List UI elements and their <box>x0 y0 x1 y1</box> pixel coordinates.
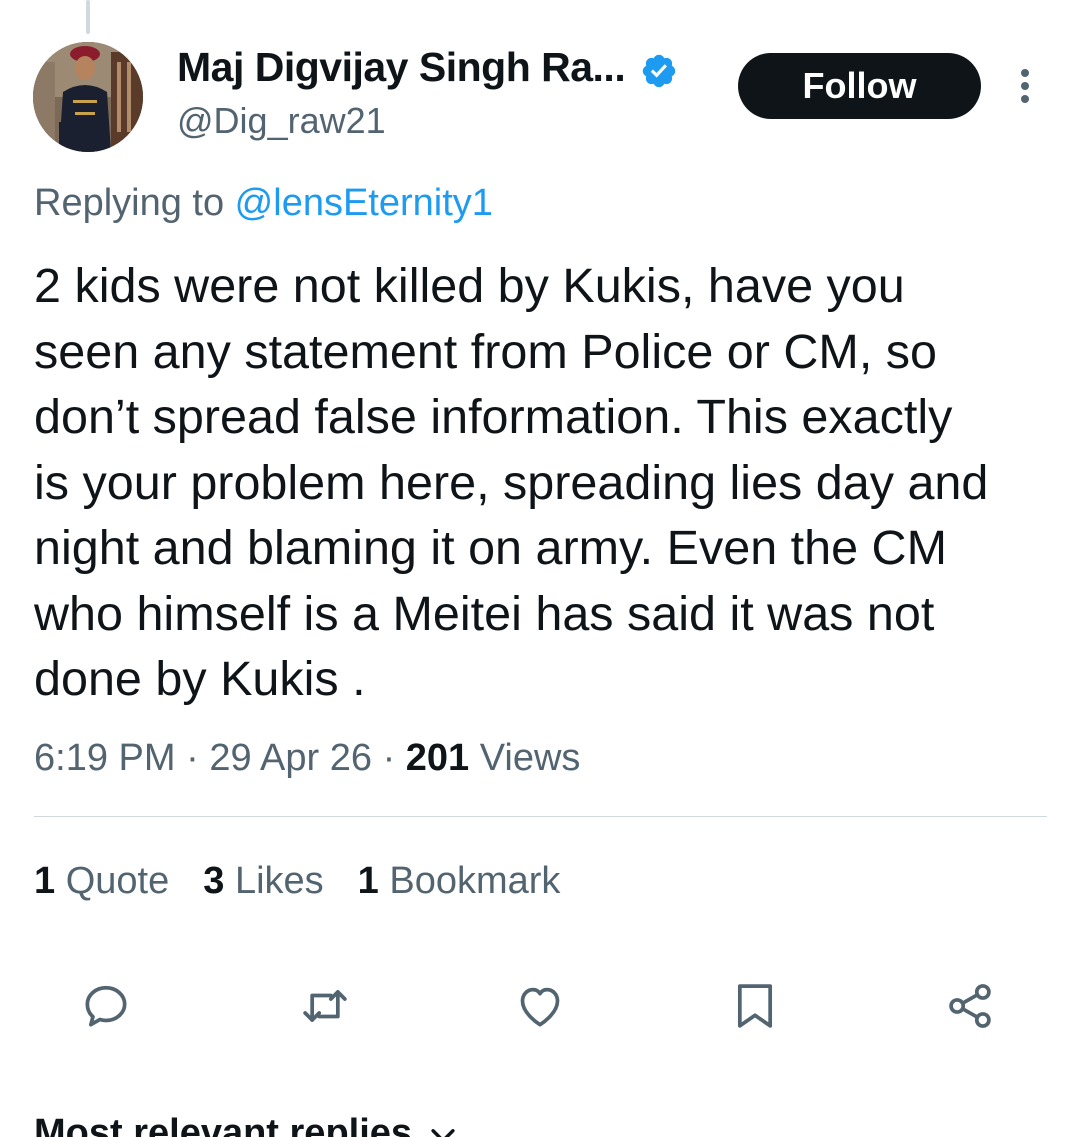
tweet-text-line: 2 kids were not killed by Kukis, have yo… <box>34 259 905 313</box>
tweet-text-line: done by Kukis . <box>34 652 366 706</box>
share-icon[interactable] <box>942 978 998 1034</box>
more-options-icon[interactable] <box>1006 66 1044 106</box>
engagement-stats: 1 Quote 3 Likes 1 Bookmark <box>34 860 594 903</box>
tweet-metadata: 6:19 PM · 29 Apr 26 · 201 Views <box>34 737 580 780</box>
tweet-text-line: night and blaming it on army. Even the C… <box>34 521 947 575</box>
quotes-stat[interactable]: 1 Quote <box>34 860 169 903</box>
follow-button[interactable]: Follow <box>738 53 981 119</box>
avatar[interactable] <box>33 42 143 152</box>
bookmarks-count: 1 <box>357 860 379 902</box>
verified-badge-icon <box>642 54 676 88</box>
reply-mention-link[interactable]: @lensEternity1 <box>235 182 493 224</box>
tweet-text-line: is your problem here, spreading lies day… <box>34 455 989 510</box>
tweet-text-line: who himself is a Meitei has said it was … <box>34 586 935 641</box>
bookmarks-label: Bookmark <box>389 860 561 902</box>
meta-separator: · <box>382 737 396 779</box>
like-icon[interactable] <box>512 978 568 1034</box>
tweet-text-line: don’t spread false information. This exa… <box>34 390 953 444</box>
author-display-name[interactable]: Maj Digvijay Singh Ra... <box>177 44 626 91</box>
meta-separator: · <box>186 737 199 779</box>
bookmarks-stat[interactable]: 1 Bookmark <box>358 860 561 903</box>
thread-connector-line <box>86 0 90 34</box>
divider <box>34 816 1047 817</box>
tweet-text: 2 kids were not killed by Kukis, have yo… <box>34 254 1054 713</box>
likes-count: 3 <box>203 860 225 902</box>
views-count: 201 <box>405 737 470 779</box>
bookmark-icon[interactable] <box>727 978 783 1034</box>
author-handle[interactable]: @Dig_raw21 <box>177 100 386 142</box>
retweet-icon[interactable] <box>297 978 353 1034</box>
views-label: Views <box>479 737 581 779</box>
avatar-image <box>33 42 143 152</box>
reply-context: Replying to @lensEternity1 <box>34 182 493 225</box>
chevron-down-icon <box>431 1129 455 1137</box>
tweet-time[interactable]: 6:19 PM <box>34 737 176 779</box>
reply-context-prefix: Replying to <box>34 182 235 224</box>
quotes-label: Quote <box>65 860 170 902</box>
tweet-text-line: seen any statement from Police or CM, so <box>34 324 938 379</box>
likes-label: Likes <box>234 860 324 902</box>
replies-sort-selector[interactable]: Most relevant replies <box>34 1112 460 1137</box>
likes-stat[interactable]: 3 Likes <box>203 860 323 903</box>
replies-sort-label: Most relevant replies <box>34 1112 413 1137</box>
reply-icon[interactable] <box>78 978 134 1034</box>
tweet-action-bar <box>0 978 1080 1034</box>
tweet-date[interactable]: 29 Apr 26 <box>209 737 372 779</box>
quotes-count: 1 <box>34 860 56 902</box>
